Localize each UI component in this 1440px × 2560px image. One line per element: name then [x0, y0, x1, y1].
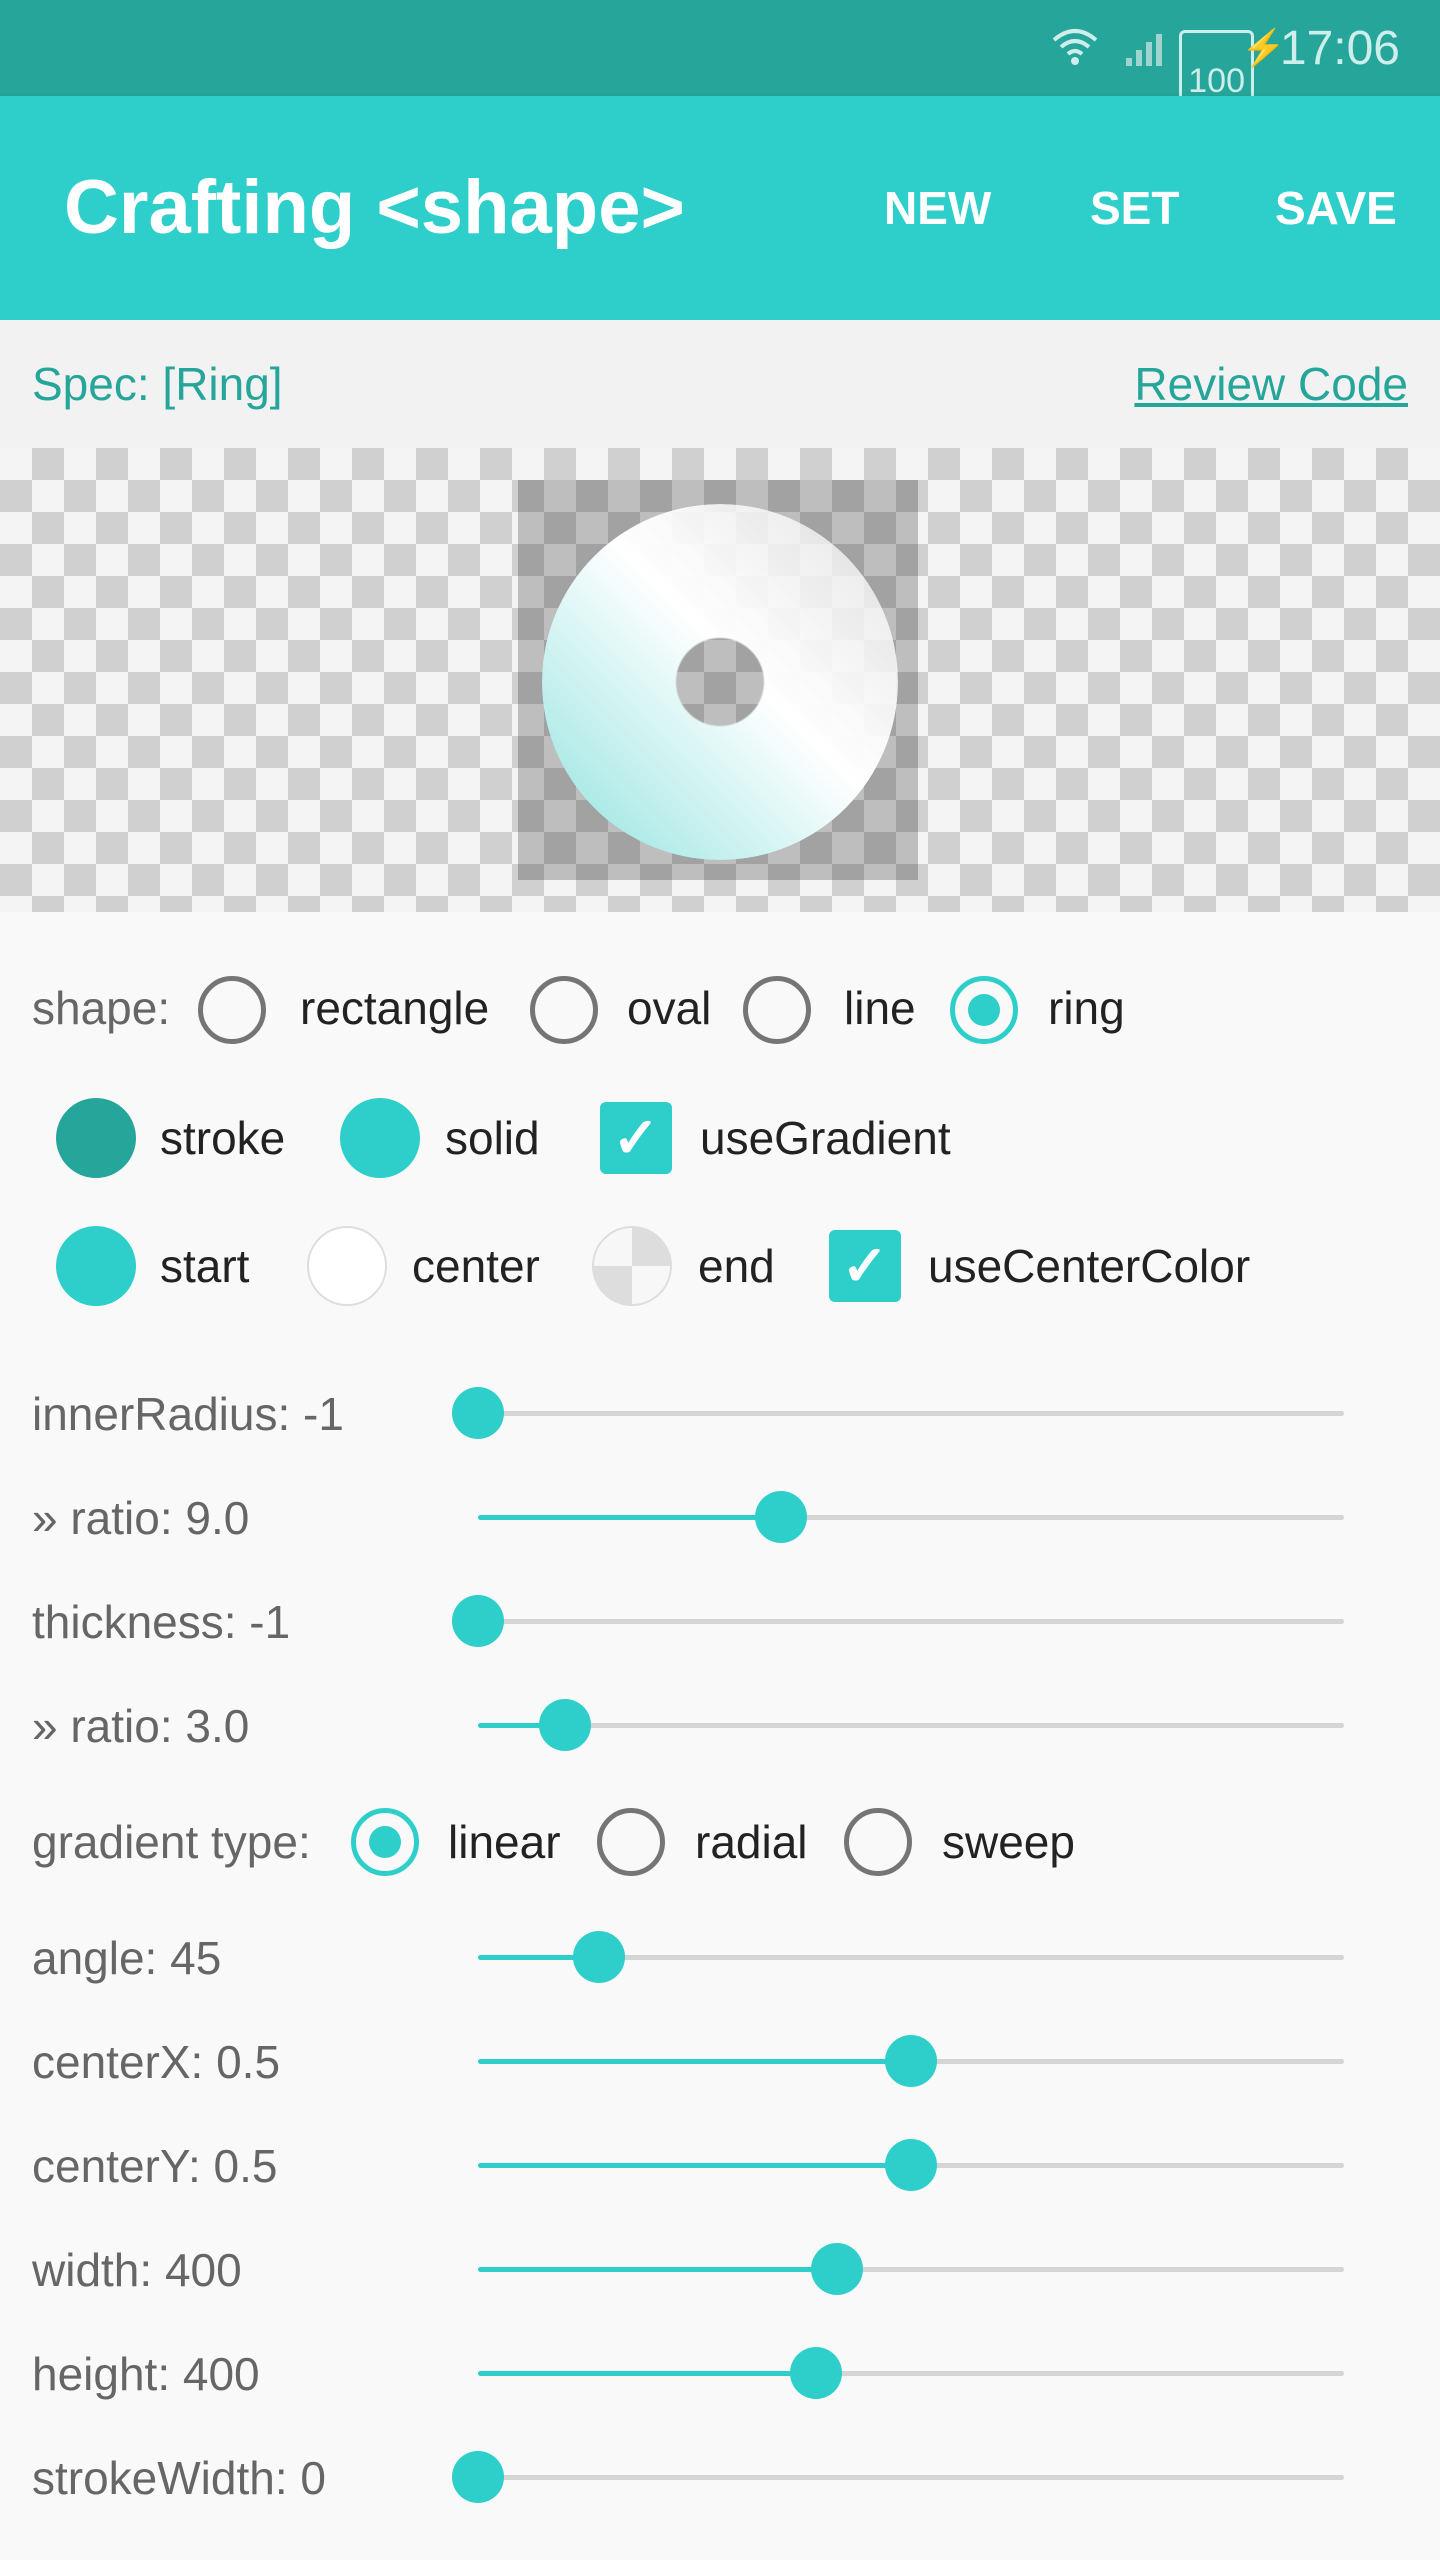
gradient-option-radial[interactable]: radial — [695, 1815, 808, 1869]
slider-thumb[interactable] — [811, 2243, 864, 2295]
use-center-color-label[interactable]: useCenterColor — [928, 1239, 1250, 1293]
review-code-link[interactable]: Review Code — [1134, 320, 1408, 448]
gradient-option-sweep[interactable]: sweep — [942, 1815, 1075, 1869]
shape-radio-oval[interactable] — [530, 976, 598, 1044]
slider-thumb[interactable] — [452, 2451, 504, 2503]
shape-option-rectangle[interactable]: rectangle — [300, 981, 489, 1035]
slider-thumb[interactable] — [538, 1699, 591, 1751]
gradient-type-label: gradient type: — [32, 1816, 311, 1868]
spec-label: Spec: [Ring] — [32, 358, 283, 410]
center-y-slider[interactable] — [478, 2133, 1344, 2197]
slider-thumb[interactable] — [789, 2347, 842, 2399]
gradient-radio-radial[interactable] — [597, 1808, 665, 1876]
center-color-swatch[interactable] — [307, 1226, 387, 1306]
slider-thumb[interactable] — [885, 2139, 937, 2191]
center-x-slider[interactable] — [478, 2029, 1344, 2093]
new-button[interactable]: NEW — [884, 96, 991, 320]
center-y-label: centerY: 0.5 — [32, 2140, 278, 2192]
center-label[interactable]: center — [412, 1239, 540, 1293]
use-center-color-checkbox[interactable]: ✓ — [829, 1230, 901, 1302]
shape-radio-rectangle[interactable] — [198, 976, 266, 1044]
inner-radius-ratio-label: » ratio: 9.0 — [32, 1492, 250, 1544]
gradient-radio-linear[interactable] — [351, 1808, 419, 1876]
status-bar: 100 ⚡ 17:06 — [0, 0, 1440, 132]
slider-thumb[interactable] — [573, 1931, 626, 1983]
inner-radius-ratio-slider[interactable] — [478, 1485, 1344, 1549]
shape-option-ring[interactable]: ring — [1048, 981, 1125, 1035]
slider-thumb[interactable] — [452, 1387, 504, 1439]
solid-color-swatch[interactable] — [340, 1098, 420, 1178]
shape-preview — [0, 448, 1440, 912]
height-label: height: 400 — [32, 2348, 260, 2400]
slider-thumb[interactable] — [755, 1491, 808, 1543]
center-x-label: centerX: 0.5 — [32, 2036, 281, 2088]
slider-thumb[interactable] — [885, 2035, 937, 2087]
end-color-swatch[interactable] — [592, 1226, 672, 1306]
width-label: width: 400 — [32, 2244, 242, 2296]
start-color-swatch[interactable] — [56, 1226, 136, 1306]
ring-shape-preview — [542, 504, 898, 860]
slider-thumb[interactable] — [452, 1595, 504, 1647]
slider-fill — [478, 2163, 911, 2168]
slider-track[interactable] — [478, 1411, 1344, 1416]
width-slider[interactable] — [478, 2237, 1344, 2301]
app-title: Crafting <shape> — [64, 165, 685, 250]
slider-fill — [478, 2267, 838, 2272]
use-gradient-checkbox[interactable]: ✓ — [600, 1102, 672, 1174]
signal-icon — [1124, 0, 1170, 96]
thickness-ratio-label: » ratio: 3.0 — [32, 1700, 250, 1752]
slider-track[interactable] — [478, 1723, 1344, 1728]
shape-label: shape: — [32, 982, 171, 1034]
wifi-icon — [1050, 0, 1100, 96]
inner-radius-label: innerRadius: -1 — [32, 1388, 344, 1440]
slider-fill — [478, 1515, 782, 1520]
use-gradient-label[interactable]: useGradient — [700, 1111, 951, 1165]
gradient-radio-sweep[interactable] — [844, 1808, 912, 1876]
inner-radius-slider[interactable] — [452, 1381, 1344, 1445]
slider-track[interactable] — [478, 1619, 1344, 1624]
thickness-ratio-slider[interactable] — [478, 1693, 1344, 1757]
slider-track[interactable] — [478, 2475, 1344, 2480]
angle-slider[interactable] — [478, 1925, 1344, 1989]
start-label[interactable]: start — [160, 1239, 249, 1293]
stroke-width-slider[interactable] — [452, 2445, 1344, 2509]
thickness-slider[interactable] — [452, 1589, 1344, 1653]
app-bar: Crafting <shape> NEW SET SAVE — [0, 96, 1440, 320]
slider-fill — [478, 2371, 816, 2376]
end-label[interactable]: end — [698, 1239, 775, 1293]
solid-label[interactable]: solid — [445, 1111, 540, 1165]
shape-radio-line[interactable] — [743, 976, 811, 1044]
height-slider[interactable] — [478, 2341, 1344, 2405]
gradient-option-linear[interactable]: linear — [448, 1815, 561, 1869]
shape-radio-ring[interactable] — [950, 976, 1018, 1044]
shape-option-line[interactable]: line — [844, 981, 916, 1035]
shape-option-oval[interactable]: oval — [627, 981, 711, 1035]
stroke-label[interactable]: stroke — [160, 1111, 285, 1165]
save-button[interactable]: SAVE — [1275, 96, 1397, 320]
status-time: 17:06 — [1279, 21, 1400, 75]
stroke-color-swatch[interactable] — [56, 1098, 136, 1178]
slider-fill — [478, 2059, 911, 2064]
spec-row: Spec: [Ring] Review Code — [0, 320, 1440, 448]
stroke-width-label: strokeWidth: 0 — [32, 2452, 326, 2504]
thickness-label: thickness: -1 — [32, 1596, 291, 1648]
angle-label: angle: 45 — [32, 1932, 222, 1984]
set-button[interactable]: SET — [1090, 96, 1179, 320]
